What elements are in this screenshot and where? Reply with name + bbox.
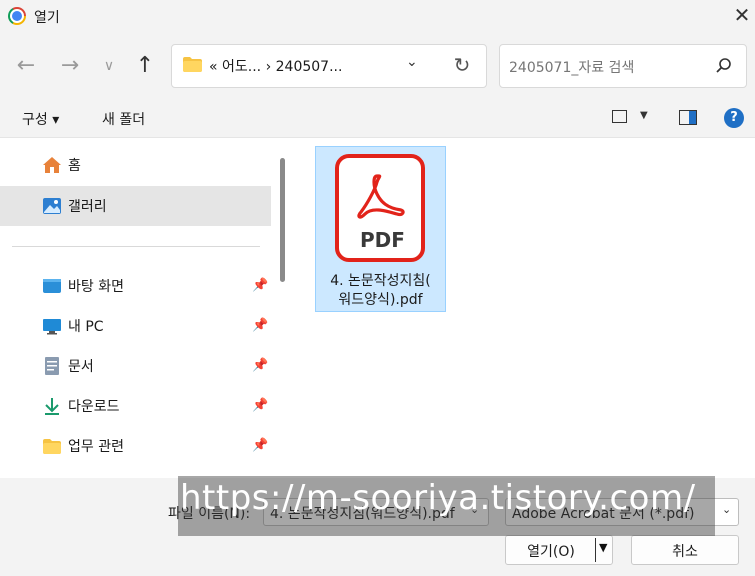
search-input[interactable]: 2405071_자료 검색: [509, 57, 634, 77]
organize-button[interactable]: 구성 ▾: [22, 109, 59, 129]
sidebar-item-gallery[interactable]: 갤러리: [0, 186, 271, 226]
sidebar-item-home[interactable]: 홈: [0, 145, 271, 185]
window-title: 열기: [34, 10, 60, 26]
desktop-icon: [43, 279, 61, 293]
sidebar-item-label: 바탕 화면: [68, 279, 124, 295]
pc-icon: [43, 319, 61, 335]
sidebar-item-label: 내 PC: [68, 319, 104, 335]
preview-pane-icon[interactable]: [679, 110, 697, 125]
acrobat-logo-icon: [357, 174, 405, 219]
file-type-chevron-down-icon[interactable]: ⌄: [722, 503, 731, 516]
sidebar-item-this-pc[interactable]: 내 PC 📌: [0, 306, 271, 346]
pdf-label: PDF: [360, 228, 405, 252]
sidebar-item-label: 문서: [68, 359, 94, 375]
open-button-label[interactable]: 열기(O): [510, 541, 592, 561]
sidebar-item-documents[interactable]: 문서 📌: [0, 346, 271, 386]
sidebar-scrollbar[interactable]: [280, 158, 285, 282]
file-name-line-1: 4. 논문작성지침(: [330, 273, 431, 289]
folder-icon: [183, 57, 202, 72]
navigation-pane: 홈 갤러리 바탕 화면 📌 내 PC 📌 문서 📌 다운로드 📌 업무 관련 📌: [0, 138, 291, 478]
address-chevron-down-icon[interactable]: ⌄: [406, 54, 422, 76]
sidebar-item-label: 다운로드: [68, 399, 120, 415]
new-folder-button[interactable]: 새 폴더: [102, 109, 145, 129]
back-arrow-icon[interactable]: ←: [12, 52, 40, 80]
chrome-icon: [8, 7, 26, 25]
pin-icon[interactable]: 📌: [252, 318, 268, 333]
help-icon[interactable]: ?: [724, 108, 744, 128]
home-icon: [43, 157, 61, 173]
open-dropdown-arrow-icon[interactable]: ▼: [599, 541, 607, 554]
gallery-icon: [43, 198, 61, 214]
sidebar-divider: [12, 246, 260, 247]
sidebar-item-label: 업무 관련: [68, 439, 124, 455]
download-icon: [45, 398, 59, 415]
pin-icon[interactable]: 📌: [252, 358, 268, 373]
pin-icon[interactable]: 📌: [252, 438, 268, 453]
folder-icon: [43, 439, 61, 454]
file-name-line-2: 워드양식).pdf: [338, 292, 423, 308]
file-name: 4. 논문작성지침( 워드양식).pdf: [318, 272, 443, 310]
open-button-divider: [595, 538, 596, 562]
sidebar-item-desktop[interactable]: 바탕 화면 📌: [0, 266, 271, 306]
sidebar-item-label: 홈: [68, 158, 81, 174]
view-dropdown-caret-icon[interactable]: ▼: [640, 110, 648, 121]
pin-icon[interactable]: 📌: [252, 278, 268, 293]
close-icon[interactable]: ✕: [731, 4, 753, 26]
up-arrow-icon[interactable]: ↑: [131, 52, 159, 80]
address-path[interactable]: « 어도... › 240507...: [209, 56, 342, 76]
cancel-button-label[interactable]: 취소: [631, 541, 739, 561]
recent-locations-chevron-icon[interactable]: ∨: [95, 52, 123, 80]
forward-arrow-icon[interactable]: →: [56, 52, 84, 80]
title-bar: [0, 0, 755, 34]
sidebar-item-label: 갤러리: [68, 199, 107, 215]
search-icon[interactable]: [715, 57, 733, 75]
pin-icon[interactable]: 📌: [252, 398, 268, 413]
view-mode-icon[interactable]: [612, 110, 627, 123]
sidebar-item-downloads[interactable]: 다운로드 📌: [0, 386, 271, 426]
sidebar-item-work-folder[interactable]: 업무 관련 📌: [0, 426, 271, 466]
watermark-text: https://m-sooriya.tistory.com/: [180, 478, 696, 518]
documents-icon: [45, 357, 59, 375]
refresh-icon[interactable]: ↻: [450, 53, 474, 77]
